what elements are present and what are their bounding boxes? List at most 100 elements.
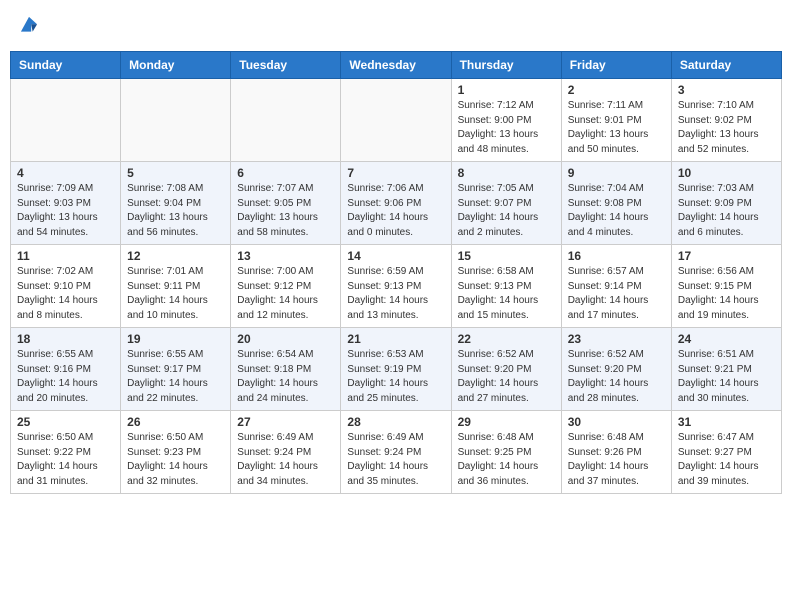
day-number: 5 — [127, 166, 224, 180]
day-number: 25 — [17, 415, 114, 429]
day-number: 29 — [458, 415, 555, 429]
col-header-monday: Monday — [121, 52, 231, 79]
calendar-cell: 23Sunrise: 6:52 AM Sunset: 9:20 PM Dayli… — [561, 328, 671, 411]
calendar-cell: 19Sunrise: 6:55 AM Sunset: 9:17 PM Dayli… — [121, 328, 231, 411]
day-info: Sunrise: 6:50 AM Sunset: 9:22 PM Dayligh… — [17, 431, 114, 489]
calendar-cell: 17 Sunrise: 6:56 AM Sunset: 9:15 PM Dayli… — [671, 245, 781, 328]
calendar-cell: 16Sunrise: 6:57 AM Sunset: 9:14 PM Dayli… — [561, 245, 671, 328]
day-info: Sunrise: 7:06 AM Sunset: 9:06 PM Dayligh… — [347, 182, 444, 240]
calendar-cell: 26Sunrise: 6:50 AM Sunset: 9:23 PM Dayli… — [121, 411, 231, 494]
calendar-cell: 18Sunrise: 6:55 AM Sunset: 9:16 PM Dayli… — [11, 328, 121, 411]
calendar-cell: 8 Sunrise: 7:05 AM Sunset: 9:07 PM Daylig… — [451, 162, 561, 245]
calendar-cell: 29 Sunrise: 6:48 AM Sunset: 9:25 PM Dayli… — [451, 411, 561, 494]
week-row-4: 18Sunrise: 6:55 AM Sunset: 9:16 PM Dayli… — [11, 328, 782, 411]
week-row-3: 11 Sunrise: 7:02 AM Sunset: 9:10 PM Dayli… — [11, 245, 782, 328]
calendar-cell: 11 Sunrise: 7:02 AM Sunset: 9:10 PM Dayli… — [11, 245, 121, 328]
day-number: 12 — [127, 249, 224, 263]
day-number: 2 — [568, 83, 665, 97]
calendar-cell: 31 Sunrise: 6:47 AM Sunset: 9:27 PM Dayli… — [671, 411, 781, 494]
calendar-cell: 27 Sunrise: 6:49 AM Sunset: 9:24 PM Dayli… — [231, 411, 341, 494]
day-info: Sunrise: 7:07 AM Sunset: 9:05 PM Dayligh… — [237, 182, 334, 240]
day-info: Sunrise: 6:48 AM Sunset: 9:26 PM Dayligh… — [568, 431, 665, 489]
day-number: 6 — [237, 166, 334, 180]
calendar-table: SundayMondayTuesdayWednesdayThursdayFrid… — [10, 51, 782, 494]
col-header-tuesday: Tuesday — [231, 52, 341, 79]
day-number: 31 — [678, 415, 775, 429]
calendar-cell: 5 Sunrise: 7:08 AM Sunset: 9:04 PM Daylig… — [121, 162, 231, 245]
day-info: Sunrise: 6:51 AM Sunset: 9:21 PM Dayligh… — [678, 348, 775, 406]
day-info: Sunrise: 7:11 AM Sunset: 9:01 PM Dayligh… — [568, 99, 665, 157]
day-number: 28 — [347, 415, 444, 429]
day-number: 9 — [568, 166, 665, 180]
day-number: 14 — [347, 249, 444, 263]
col-header-sunday: Sunday — [11, 52, 121, 79]
col-header-saturday: Saturday — [671, 52, 781, 79]
day-info: Sunrise: 6:53 AM Sunset: 9:19 PM Dayligh… — [347, 348, 444, 406]
day-info: Sunrise: 7:10 AM Sunset: 9:02 PM Dayligh… — [678, 99, 775, 157]
calendar-cell — [341, 79, 451, 162]
calendar-cell: 2 Sunrise: 7:11 AM Sunset: 9:01 PM Daylig… — [561, 79, 671, 162]
day-info: Sunrise: 6:55 AM Sunset: 9:17 PM Dayligh… — [127, 348, 224, 406]
day-number: 30 — [568, 415, 665, 429]
day-number: 23 — [568, 332, 665, 346]
calendar-cell — [231, 79, 341, 162]
calendar-cell: 14 Sunrise: 6:59 AM Sunset: 9:13 PM Dayli… — [341, 245, 451, 328]
day-number: 3 — [678, 83, 775, 97]
calendar-cell: 12 Sunrise: 7:01 AM Sunset: 9:11 PM Dayli… — [121, 245, 231, 328]
week-row-1: 1Sunrise: 7:12 AM Sunset: 9:00 PM Daylig… — [11, 79, 782, 162]
calendar-cell: 1Sunrise: 7:12 AM Sunset: 9:00 PM Daylig… — [451, 79, 561, 162]
day-number: 26 — [127, 415, 224, 429]
day-info: Sunrise: 7:03 AM Sunset: 9:09 PM Dayligh… — [678, 182, 775, 240]
col-header-thursday: Thursday — [451, 52, 561, 79]
calendar-cell: 25 Sunrise: 6:50 AM Sunset: 9:22 PM Dayli… — [11, 411, 121, 494]
calendar-cell: 10 Sunrise: 7:03 AM Sunset: 9:09 PM Dayli… — [671, 162, 781, 245]
day-number: 16 — [568, 249, 665, 263]
day-number: 15 — [458, 249, 555, 263]
day-info: Sunrise: 6:56 AM Sunset: 9:15 PM Dayligh… — [678, 265, 775, 323]
calendar-cell: 28 Sunrise: 6:49 AM Sunset: 9:24 PM Dayli… — [341, 411, 451, 494]
day-number: 8 — [458, 166, 555, 180]
day-info: Sunrise: 7:04 AM Sunset: 9:08 PM Dayligh… — [568, 182, 665, 240]
day-number: 24 — [678, 332, 775, 346]
day-number: 22 — [458, 332, 555, 346]
week-row-2: 4 Sunrise: 7:09 AM Sunset: 9:03 PM Daylig… — [11, 162, 782, 245]
day-number: 27 — [237, 415, 334, 429]
col-header-wednesday: Wednesday — [341, 52, 451, 79]
day-info: Sunrise: 6:49 AM Sunset: 9:24 PM Dayligh… — [347, 431, 444, 489]
day-info: Sunrise: 7:01 AM Sunset: 9:11 PM Dayligh… — [127, 265, 224, 323]
day-number: 7 — [347, 166, 444, 180]
day-number: 10 — [678, 166, 775, 180]
day-number: 13 — [237, 249, 334, 263]
day-info: Sunrise: 7:08 AM Sunset: 9:04 PM Dayligh… — [127, 182, 224, 240]
calendar-cell: 24 Sunrise: 6:51 AM Sunset: 9:21 PM Dayli… — [671, 328, 781, 411]
logo — [18, 14, 42, 43]
col-header-friday: Friday — [561, 52, 671, 79]
day-number: 21 — [347, 332, 444, 346]
calendar-cell: 21 Sunrise: 6:53 AM Sunset: 9:19 PM Dayli… — [341, 328, 451, 411]
calendar-cell: 13 Sunrise: 7:00 AM Sunset: 9:12 PM Dayli… — [231, 245, 341, 328]
week-row-5: 25 Sunrise: 6:50 AM Sunset: 9:22 PM Dayli… — [11, 411, 782, 494]
calendar-cell: 9 Sunrise: 7:04 AM Sunset: 9:08 PM Daylig… — [561, 162, 671, 245]
day-number: 17 — [678, 249, 775, 263]
day-info: Sunrise: 6:58 AM Sunset: 9:13 PM Dayligh… — [458, 265, 555, 323]
day-number: 18 — [17, 332, 114, 346]
day-info: Sunrise: 7:09 AM Sunset: 9:03 PM Dayligh… — [17, 182, 114, 240]
day-info: Sunrise: 6:59 AM Sunset: 9:13 PM Dayligh… — [347, 265, 444, 323]
calendar-cell: 6 Sunrise: 7:07 AM Sunset: 9:05 PM Daylig… — [231, 162, 341, 245]
calendar-cell — [121, 79, 231, 162]
day-info: Sunrise: 6:54 AM Sunset: 9:18 PM Dayligh… — [237, 348, 334, 406]
calendar-cell: 30 Sunrise: 6:48 AM Sunset: 9:26 PM Dayli… — [561, 411, 671, 494]
day-info: Sunrise: 6:48 AM Sunset: 9:25 PM Dayligh… — [458, 431, 555, 489]
day-info: Sunrise: 7:00 AM Sunset: 9:12 PM Dayligh… — [237, 265, 334, 323]
calendar-cell: 20Sunrise: 6:54 AM Sunset: 9:18 PM Dayli… — [231, 328, 341, 411]
logo-icon — [18, 14, 40, 36]
day-info: Sunrise: 6:47 AM Sunset: 9:27 PM Dayligh… — [678, 431, 775, 489]
day-info: Sunrise: 7:02 AM Sunset: 9:10 PM Dayligh… — [17, 265, 114, 323]
day-number: 1 — [458, 83, 555, 97]
day-number: 11 — [17, 249, 114, 263]
day-info: Sunrise: 7:05 AM Sunset: 9:07 PM Dayligh… — [458, 182, 555, 240]
page-header — [10, 10, 782, 47]
day-number: 4 — [17, 166, 114, 180]
calendar-cell: 3 Sunrise: 7:10 AM Sunset: 9:02 PM Daylig… — [671, 79, 781, 162]
day-info: Sunrise: 6:49 AM Sunset: 9:24 PM Dayligh… — [237, 431, 334, 489]
